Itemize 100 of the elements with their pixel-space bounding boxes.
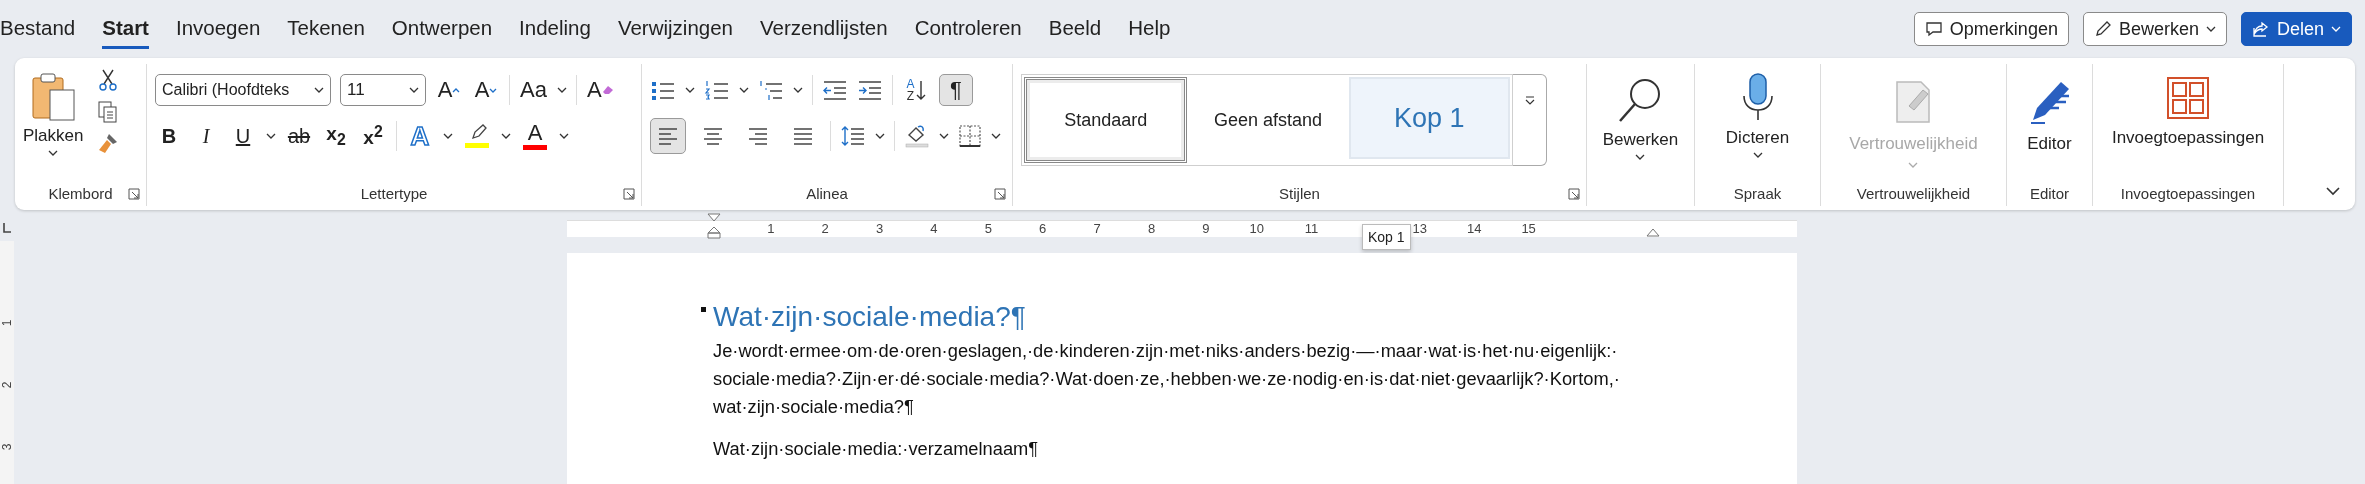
document-paragraph: Wat·zijn·sociale·media:·verzamelnaam¶ [713, 437, 1040, 461]
caret-icon [314, 87, 324, 93]
align-left-button[interactable] [650, 118, 686, 154]
scissors-icon[interactable] [97, 68, 120, 92]
caret-icon[interactable] [793, 87, 803, 93]
caret-icon[interactable] [939, 133, 949, 139]
style-item[interactable]: Standaard [1024, 77, 1188, 163]
tab-stop-icon[interactable] [2, 222, 12, 234]
copy-icon[interactable] [97, 100, 120, 124]
indent-marker-icon[interactable] [707, 212, 721, 239]
change-case-button[interactable]: Aa [519, 74, 548, 106]
paint-bucket-icon[interactable] [904, 124, 930, 148]
paste-button[interactable]: Plakken [23, 68, 84, 156]
shrink-font-button[interactable]: A [472, 74, 500, 106]
ruler-number: 15 [1520, 221, 1536, 236]
bullet-list-icon[interactable] [650, 79, 676, 101]
caret-icon [409, 87, 419, 93]
ribbon-tab[interactable]: Help [1128, 9, 1171, 49]
text-effects-button[interactable]: A [406, 120, 434, 152]
style-item[interactable]: Geen afstand [1187, 77, 1349, 163]
group-label: Stijlen [1279, 184, 1320, 202]
align-justify-icon [792, 126, 814, 146]
ruler-number: 7 [1092, 221, 1101, 236]
dialog-launcher-icon[interactable] [1568, 188, 1580, 200]
ribbon-tab[interactable]: Beeld [1048, 9, 1102, 49]
editor-button[interactable]: Editor [2026, 68, 2073, 154]
ribbon-tab[interactable]: Controleren [914, 9, 1022, 49]
caret-icon[interactable] [501, 133, 511, 139]
ribbon-tab[interactable]: Tekenen [287, 9, 365, 49]
group-label: Editor [2029, 184, 2070, 202]
strikethrough-button[interactable]: ab [285, 120, 313, 152]
ruler-number: 2 [820, 221, 829, 236]
caret-icon[interactable] [443, 133, 453, 139]
caret-icon[interactable] [266, 133, 276, 139]
align-right-icon [747, 126, 769, 146]
caret-up-icon [452, 87, 461, 93]
paragraph-mark-icon [701, 307, 706, 312]
font-family-select[interactable]: Calibri (Hoofdteks [155, 74, 331, 106]
caret-icon [2205, 26, 2216, 32]
align-center-icon [702, 126, 724, 146]
ruler-number: 8 [1146, 221, 1156, 236]
find-button[interactable]: Bewerken [1602, 68, 1679, 160]
ruler-number: 3 [0, 443, 14, 451]
caret-icon[interactable] [685, 87, 695, 93]
sort-button[interactable]: A Z [902, 74, 930, 106]
numbered-list-icon[interactable] [704, 79, 730, 101]
clipboard-icon [30, 72, 77, 122]
ruler-number: 4 [929, 221, 938, 236]
increase-indent-icon[interactable] [857, 79, 883, 101]
underline-button[interactable]: U [229, 120, 257, 152]
caret-icon [1752, 152, 1763, 158]
multilevel-list-icon[interactable] [758, 79, 784, 101]
dialog-launcher-icon[interactable] [994, 188, 1006, 200]
comment-icon [1924, 20, 1943, 38]
toolbar-button[interactable]: Opmerkingen [1913, 12, 2069, 46]
share-icon [2251, 20, 2270, 38]
ruler-number: 1 [0, 319, 14, 327]
indent-marker-icon[interactable] [1646, 226, 1660, 237]
clear-formatting-button[interactable]: A [585, 74, 615, 106]
caret-icon [489, 87, 498, 93]
caret-icon [1908, 162, 1919, 168]
tooltip: Kop 1 [1362, 223, 1411, 250]
add-ins-button[interactable]: Invoegtoepassingen [2111, 68, 2265, 148]
dialog-launcher-icon[interactable] [623, 188, 635, 200]
borders-icon[interactable] [958, 124, 982, 148]
ribbon-tab[interactable]: Invoegen [175, 9, 261, 49]
caret-icon[interactable] [739, 87, 749, 93]
superscript-button[interactable]: x$^{2}$ [359, 120, 387, 152]
bold-button[interactable]: B [155, 120, 183, 152]
toolbar-button[interactable]: Delen [2240, 12, 2352, 46]
caret-icon[interactable] [875, 133, 885, 139]
ribbon-tab[interactable]: Ontwerpen [391, 9, 493, 49]
ruler-number: 2 [0, 381, 14, 389]
group-label: Klembord [48, 184, 113, 202]
show-marks-button[interactable]: ¶ [939, 74, 973, 106]
style-item[interactable]: Kop 1 [1348, 77, 1510, 159]
group-label: Alinea [806, 184, 848, 202]
document-paragraph: Je·wordt·ermee·om·de·oren·geslagen,·de·kinderen·zijn·met·niks·anders·bezig·—·maar·wat·is·het·nu·eigenlijk:·sociale·media?·Zijn·er·dé·sociale·media?·Wat·doen·ze,·hebben·we·ze·nodig·en·is·dat·niet·gevaarlijk?·Kortom,·wat·zijn·sociale·media?¶ [713, 339, 1621, 419]
ribbon-tab[interactable]: Indeling [519, 9, 591, 49]
dialog-launcher-icon[interactable] [128, 188, 140, 200]
group-label: Spraak [1733, 184, 1782, 202]
font-color-button[interactable]: A [520, 119, 550, 153]
line-spacing-icon[interactable] [840, 125, 866, 147]
ribbon-tab[interactable]: Verzendlijsten [760, 9, 888, 49]
ribbon-tab[interactable]: Bestand [0, 9, 76, 49]
decrease-indent-icon[interactable] [822, 79, 848, 101]
grow-font-button[interactable]: A [435, 74, 463, 106]
caret-icon[interactable] [559, 133, 569, 139]
paintbrush-icon[interactable] [97, 132, 120, 156]
ribbon-tab[interactable]: Start [102, 9, 149, 49]
caret-icon[interactable] [991, 133, 1001, 139]
dictate-button[interactable]: Dicteren [1725, 68, 1790, 158]
collapse-ribbon-icon[interactable] [2325, 186, 2341, 196]
subscript-button[interactable]: x$_{2}$ [322, 120, 350, 152]
toolbar-button[interactable]: Bewerken [2082, 12, 2227, 46]
caret-icon[interactable] [556, 87, 567, 93]
document-heading: Wat·zijn·sociale·media?¶ [713, 301, 1027, 333]
italic-button[interactable]: I [192, 120, 220, 152]
ribbon-tab[interactable]: Verwijzingen [617, 9, 733, 49]
font-size-select[interactable]: 11 [340, 74, 426, 106]
